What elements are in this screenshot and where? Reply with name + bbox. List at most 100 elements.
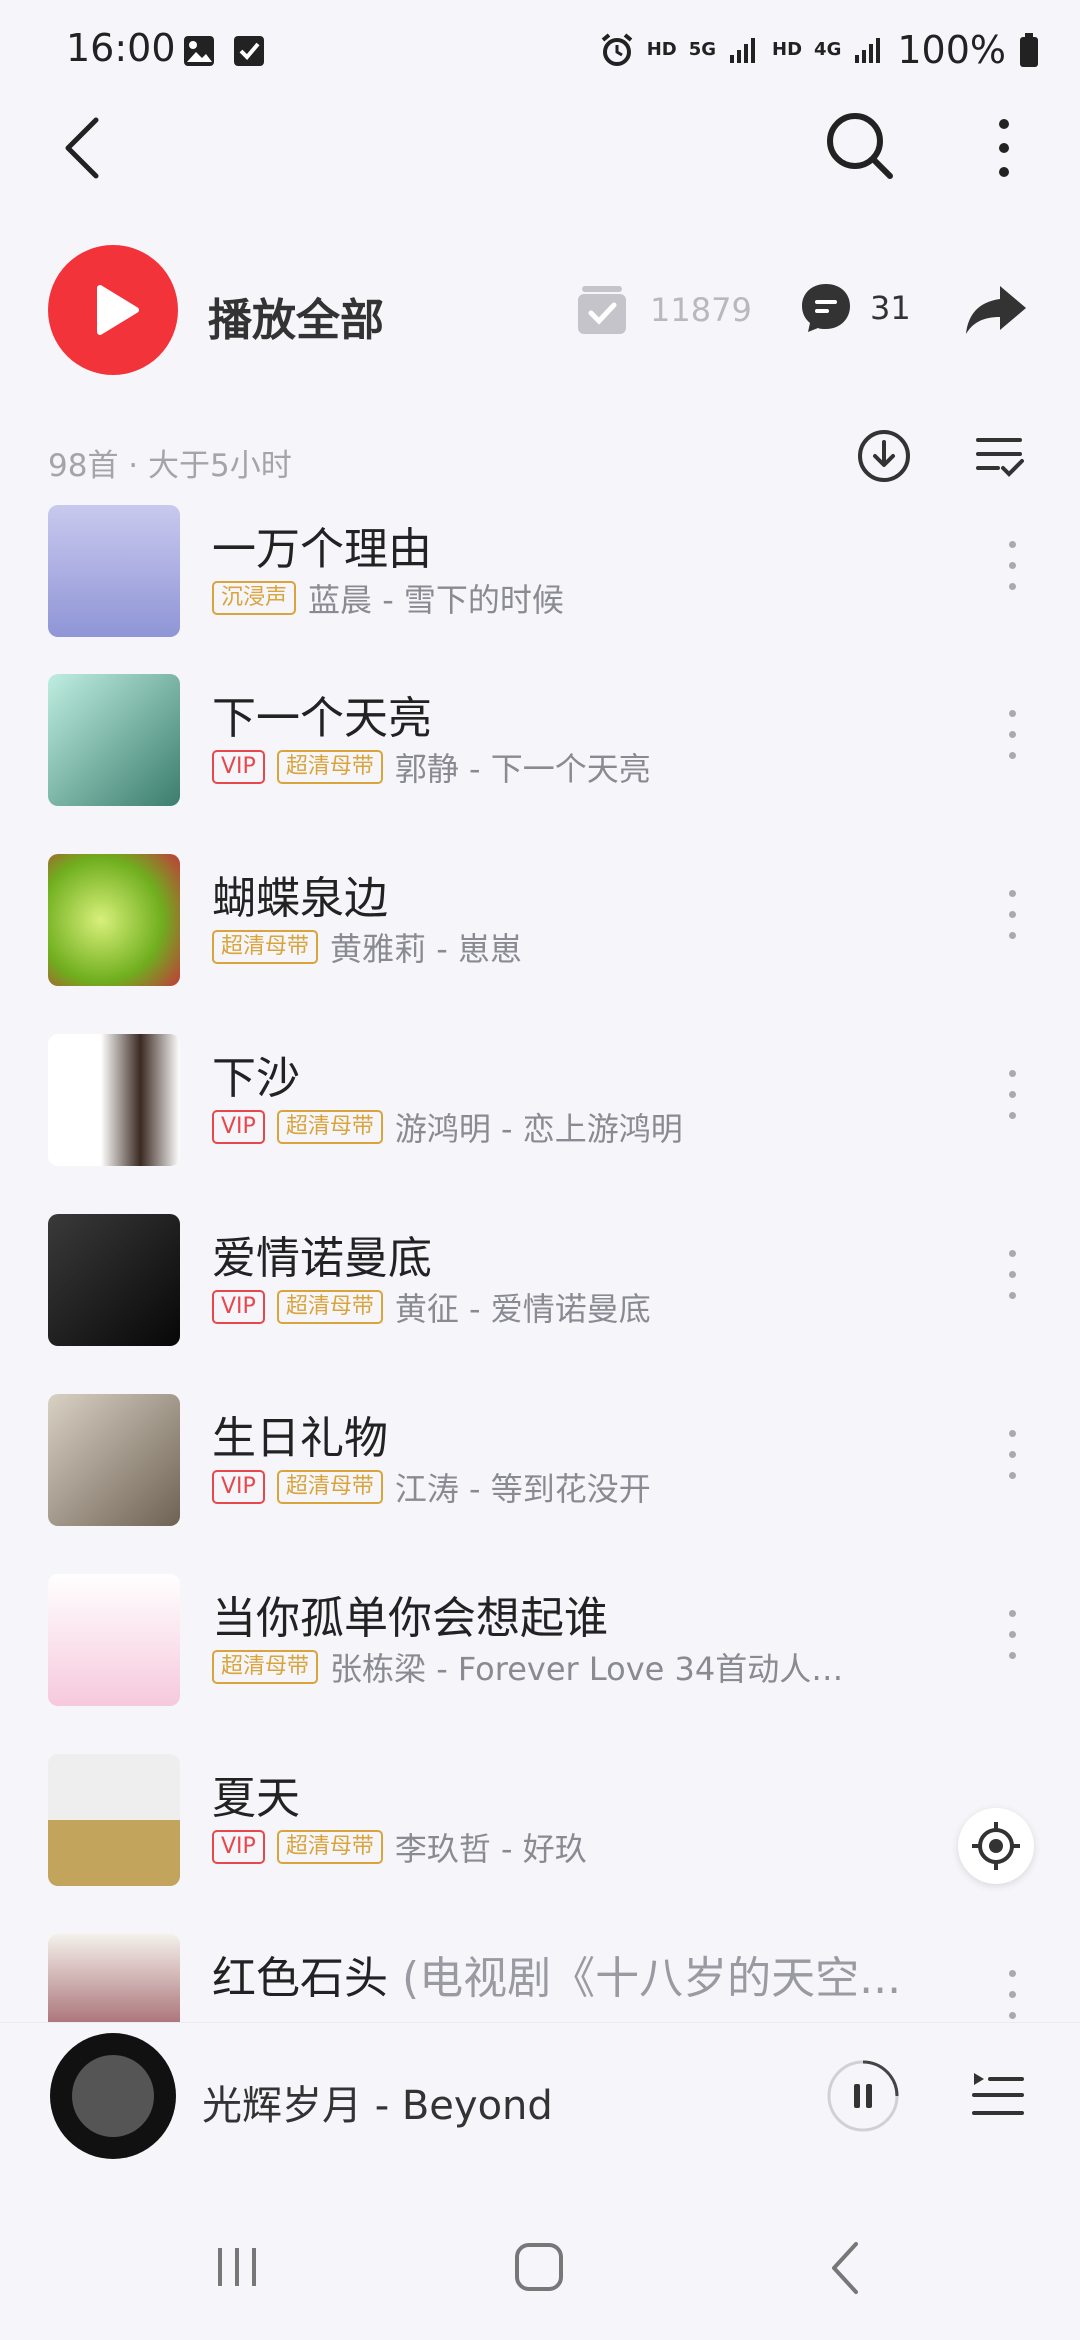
album-cover-center	[72, 2055, 154, 2137]
back-button[interactable]	[52, 110, 116, 186]
song-subtitle: (电视剧《十八岁的天空...	[388, 1953, 902, 2004]
quality-tag: 超清母带	[276, 1290, 383, 1324]
song-row[interactable]: 当你孤单你会想起谁 超清母带 张栋梁 - Forever Love 34首动人国…	[0, 1574, 1080, 1744]
checkbox-notification-icon	[234, 36, 264, 66]
song-artist: 蓝晨 - 雪下的时候	[308, 581, 564, 619]
mini-player-title[interactable]: 光辉岁月 - Beyond	[202, 2073, 553, 2131]
song-title-text: 下沙	[212, 1053, 300, 1104]
song-row[interactable]: 下沙 VIP 超清母带 游鸿明 - 恋上游鸿明	[0, 1034, 1080, 1204]
song-meta: 超清母带 张栋梁 - Forever Love 34首动人国语...	[212, 1644, 850, 1690]
status-time: 16:00	[66, 26, 176, 70]
song-artist: 江涛 - 等到花没开	[394, 1470, 651, 1508]
song-title-text: 一万个理由	[212, 524, 432, 575]
song-row[interactable]: 蝴蝶泉边 超清母带 黄雅莉 - 崽崽	[0, 854, 1080, 1024]
quality-tag: 超清母带	[276, 1470, 383, 1504]
search-button[interactable]	[822, 108, 898, 184]
quality-tag: 超清母带	[212, 1650, 319, 1684]
collect-button[interactable]: 11879	[574, 282, 752, 338]
home-button[interactable]	[512, 2240, 566, 2294]
pause-icon	[827, 2060, 899, 2132]
song-artist: 游鸿明 - 恋上游鸿明	[394, 1110, 683, 1148]
song-row[interactable]: 红色石头 (电视剧《十八岁的天空...	[0, 1934, 1080, 2023]
song-artist: 李玖哲 - 好玖	[394, 1830, 587, 1868]
multi-select-button[interactable]	[974, 432, 1026, 480]
list-meta: 98首 · 大于5小时	[48, 448, 292, 484]
song-more-button[interactable]	[1004, 541, 1020, 601]
song-more-button[interactable]	[1004, 710, 1020, 770]
signal-icon	[730, 38, 756, 63]
song-row[interactable]: 爱情诺曼底 VIP 超清母带 黄征 - 爱情诺曼底	[0, 1214, 1080, 1384]
quality-tag: 超清母带	[276, 1830, 383, 1864]
battery-percent: 100%	[897, 28, 1006, 72]
song-meta: VIP 超清母带 郭静 - 下一个天亮	[212, 744, 651, 790]
song-title-text: 蝴蝶泉边	[212, 873, 388, 924]
song-cover	[48, 505, 180, 637]
song-more-button[interactable]	[1004, 1610, 1020, 1670]
share-icon	[966, 286, 1026, 334]
song-cover	[48, 1394, 180, 1526]
playlist-button[interactable]	[970, 2069, 1026, 2121]
song-title: 生日礼物	[212, 1402, 388, 1466]
song-title-text: 红色石头	[212, 1953, 388, 2004]
song-row[interactable]: 夏天 VIP 超清母带 李玖哲 - 好玖	[0, 1754, 1080, 1924]
song-meta: VIP 超清母带 李玖哲 - 好玖	[212, 1824, 587, 1870]
vip-tag: VIP	[212, 1110, 265, 1144]
vip-tag: VIP	[212, 1470, 265, 1504]
song-title: 红色石头 (电视剧《十八岁的天空...	[212, 1942, 901, 2006]
song-meta: VIP 超清母带 黄征 - 爱情诺曼底	[212, 1284, 651, 1330]
nav-back-button[interactable]	[826, 2238, 862, 2298]
share-button[interactable]	[964, 282, 1028, 338]
system-nav-bar	[0, 2192, 1080, 2340]
collect-count: 11879	[650, 291, 752, 329]
recents-icon	[218, 2248, 256, 2286]
song-more-button[interactable]	[1004, 1430, 1020, 1490]
download-button[interactable]	[856, 428, 912, 484]
collect-icon	[578, 286, 626, 334]
quality-tag: 沉浸声	[212, 581, 297, 615]
song-row[interactable]: 下一个天亮 VIP 超清母带 郭静 - 下一个天亮	[0, 674, 1080, 844]
hd-label: HD	[646, 39, 677, 60]
song-cover	[48, 1574, 180, 1706]
song-artist: 黄征 - 爱情诺曼底	[394, 1290, 651, 1328]
comment-icon	[802, 284, 850, 332]
song-row[interactable]: 生日礼物 VIP 超清母带 江涛 - 等到花没开	[0, 1394, 1080, 1564]
song-title-text: 爱情诺曼底	[212, 1233, 432, 1284]
song-title: 当你孤单你会想起谁	[212, 1582, 608, 1646]
song-more-button[interactable]	[1004, 1070, 1020, 1130]
locate-playing-button[interactable]	[958, 1808, 1034, 1884]
playlist-icon	[972, 2073, 1024, 2115]
more-options-button[interactable]	[984, 112, 1024, 184]
vip-tag: VIP	[212, 1830, 265, 1864]
comment-count: 31	[870, 289, 911, 327]
status-right: HD 5G HD 4G 100%	[599, 28, 1040, 72]
song-more-button[interactable]	[1004, 1970, 1020, 2023]
song-list[interactable]: 一万个理由 沉浸声 蓝晨 - 雪下的时候 下一个天亮 VIP 超清母带 郭静 -…	[0, 505, 1080, 2023]
download-icon	[858, 430, 910, 482]
pause-button[interactable]	[826, 2059, 900, 2133]
comment-button[interactable]: 31	[798, 280, 911, 336]
song-cover	[48, 1214, 180, 1346]
song-cover	[48, 674, 180, 806]
album-disc-icon[interactable]	[50, 2033, 176, 2159]
recents-button[interactable]	[212, 2242, 262, 2292]
play-all-label[interactable]: 播放全部	[208, 284, 384, 348]
alarm-icon	[601, 33, 632, 66]
song-cover	[48, 854, 180, 986]
mini-player[interactable]: 光辉岁月 - Beyond	[0, 2022, 1080, 2193]
network-5g-label: 5G	[688, 39, 717, 60]
play-all-button[interactable]	[48, 245, 178, 375]
status-bar: 16:00 HD 5G HD 4G 100%	[0, 0, 1080, 105]
song-row[interactable]: 一万个理由 沉浸声 蓝晨 - 雪下的时候	[0, 505, 1080, 675]
signal-icon-2	[855, 38, 881, 63]
song-title: 一万个理由	[212, 513, 432, 577]
song-more-button[interactable]	[1004, 1250, 1020, 1310]
network-4g-label: 4G	[814, 39, 842, 60]
vip-tag: VIP	[212, 750, 265, 784]
quality-tag: 超清母带	[276, 750, 383, 784]
song-more-button[interactable]	[1004, 890, 1020, 950]
home-icon	[515, 2243, 563, 2291]
song-title: 爱情诺曼底	[212, 1222, 432, 1286]
song-artist: 黄雅莉 - 崽崽	[330, 930, 522, 968]
nav-back-icon	[832, 2242, 858, 2294]
battery-icon	[1020, 33, 1038, 67]
